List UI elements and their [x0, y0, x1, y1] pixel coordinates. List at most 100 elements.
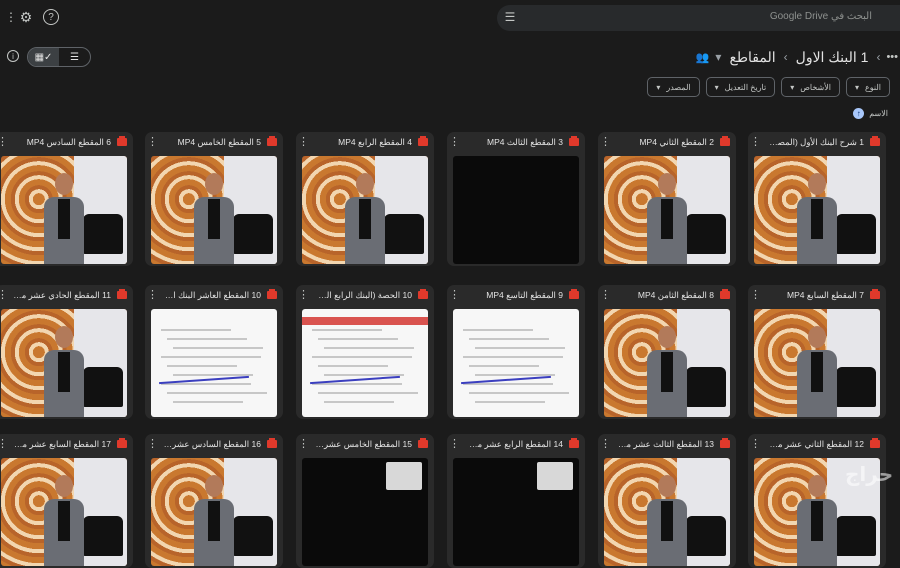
grid-view-icon[interactable]: ▦✓	[28, 48, 59, 66]
file-card[interactable]: 6 المقطع السادس MP4 ⋮	[0, 132, 133, 266]
file-thumbnail[interactable]	[604, 156, 730, 264]
thumbnail-head	[658, 475, 676, 498]
file-card-header: 17 المقطع السابع عشر من البنك... ⋮	[0, 434, 133, 456]
file-thumbnail[interactable]	[604, 458, 730, 566]
more-options-icon[interactable]: •••	[886, 51, 898, 63]
file-thumbnail[interactable]	[754, 156, 880, 264]
file-card[interactable]: 4 المقطع الرابع MP4 ⋮	[296, 132, 434, 266]
more-actions-icon[interactable]: ⋮	[147, 288, 158, 302]
file-card-header: 5 المقطع الخامس MP4 ⋮	[145, 132, 283, 154]
search-bar[interactable]: ☰ البحث في Google Drive	[497, 5, 900, 31]
file-card[interactable]: 17 المقطع السابع عشر من البنك... ⋮	[0, 434, 133, 568]
file-card[interactable]: 16 المقطع السادس عشر من البنك... ⋮	[145, 434, 283, 568]
file-title: 6 المقطع السادس MP4	[26, 137, 111, 147]
file-card[interactable]: 1 شرح البنك الأول (المصطلحات) ⋮	[748, 132, 886, 266]
file-thumbnail[interactable]	[151, 458, 277, 566]
more-actions-icon[interactable]: ⋮	[750, 437, 761, 451]
filter-source[interactable]: المصدر ▾	[647, 77, 700, 97]
view-toggle[interactable]: ▦✓ ☰	[27, 47, 91, 67]
search-options-icon[interactable]: ☰	[503, 10, 517, 24]
file-card[interactable]: 5 المقطع الخامس MP4 ⋮	[145, 132, 283, 266]
list-view-icon[interactable]: ☰	[59, 48, 90, 66]
file-thumbnail[interactable]	[1, 458, 127, 566]
filter-type[interactable]: النوع ▾	[846, 77, 890, 97]
video-file-icon	[117, 438, 127, 448]
thumbnail-text-line	[161, 356, 261, 358]
thumbnail-head	[808, 173, 826, 196]
video-file-icon	[267, 136, 277, 146]
info-icon[interactable]: i	[7, 50, 19, 62]
breadcrumb: ••• › 1 البنك الاول › المقاطع ▾ 👥	[696, 44, 900, 70]
thumbnail-text-line	[173, 401, 243, 403]
file-card[interactable]: 7 المقطع السابع MP4 ⋮	[748, 285, 886, 419]
thumbnail-chair	[686, 367, 726, 407]
help-icon[interactable]: ?	[43, 9, 59, 25]
filter-people[interactable]: الأشخاص ▾	[781, 77, 840, 97]
more-actions-icon[interactable]: ⋮	[298, 437, 309, 451]
file-thumbnail[interactable]	[151, 309, 277, 417]
more-actions-icon[interactable]: ⋮	[298, 135, 309, 149]
file-thumbnail[interactable]	[302, 156, 428, 264]
more-actions-icon[interactable]: ⋮	[750, 135, 761, 149]
sort-control[interactable]: الاسم ↑	[853, 108, 888, 119]
thumbnail-head	[55, 173, 73, 196]
more-actions-icon[interactable]: ⋮	[600, 135, 611, 149]
thumbnail-text-line	[312, 329, 382, 331]
file-card[interactable]: 13 المقطع الثالث عشر من البنك... ⋮	[598, 434, 736, 568]
thumbnail-head	[356, 173, 374, 196]
thumbnail-text-line	[318, 392, 418, 394]
file-thumbnail[interactable]	[151, 156, 277, 264]
more-actions-icon[interactable]: ⋮	[0, 288, 8, 302]
more-actions-icon[interactable]: ⋮	[750, 288, 761, 302]
more-actions-icon[interactable]: ⋮	[298, 288, 309, 302]
video-file-icon	[569, 136, 579, 146]
file-card-header: 4 المقطع الرابع MP4 ⋮	[296, 132, 434, 154]
file-card[interactable]: 2 المقطع الثاني MP4 ⋮	[598, 132, 736, 266]
file-card[interactable]: 10 الحصة (البنك الرابع الجزء... ⋮	[296, 285, 434, 419]
thumbnail-text-line	[463, 356, 563, 358]
file-thumbnail[interactable]	[302, 309, 428, 417]
file-thumbnail[interactable]	[453, 309, 579, 417]
file-thumbnail[interactable]	[302, 458, 428, 566]
breadcrumb-parent[interactable]: 1 البنك الاول	[794, 49, 871, 66]
more-actions-icon[interactable]: ⋮	[449, 135, 460, 149]
file-card[interactable]: 14 المقطع الرابع عشر من البنك... ⋮	[447, 434, 585, 568]
more-actions-icon[interactable]: ⋮	[147, 437, 158, 451]
more-actions-icon[interactable]: ⋮	[600, 288, 611, 302]
file-card[interactable]: 11 المقطع الحادي عشر من البنك... ⋮	[0, 285, 133, 419]
thumbnail-text-line	[475, 347, 565, 349]
file-thumbnail[interactable]	[754, 309, 880, 417]
file-thumbnail[interactable]	[604, 309, 730, 417]
file-card-header: 7 المقطع السابع MP4 ⋮	[748, 285, 886, 307]
settings-gear-icon[interactable]: ⚙	[18, 9, 34, 25]
sort-label: الاسم	[869, 109, 888, 118]
file-card[interactable]: 15 المقطع الخامس عشر من البنك... ⋮	[296, 434, 434, 568]
apps-grid-icon[interactable]: ⋮⋮	[0, 10, 17, 24]
more-actions-icon[interactable]: ⋮	[600, 437, 611, 451]
more-actions-icon[interactable]: ⋮	[0, 135, 8, 149]
filter-modified[interactable]: تاريخ التعديل ▾	[705, 77, 776, 97]
file-card[interactable]: 8 المقطع الثامن MP4 ⋮	[598, 285, 736, 419]
more-actions-icon[interactable]: ⋮	[449, 437, 460, 451]
file-card[interactable]: 10 المقطع العاشر البنك الأول... ⋮	[145, 285, 283, 419]
file-card-header: 12 المقطع الثاني عشر من البنك... ⋮	[748, 434, 886, 456]
chevron-down-icon: ▾	[855, 82, 860, 92]
more-actions-icon[interactable]: ⋮	[449, 288, 460, 302]
thumbnail-text-line	[312, 356, 412, 358]
thumbnail-shirt	[58, 199, 70, 240]
search-input[interactable]: البحث في Google Drive	[770, 11, 872, 22]
file-card-header: 10 المقطع العاشر البنك الأول... ⋮	[145, 285, 283, 307]
file-thumbnail[interactable]	[1, 309, 127, 417]
thumbnail-text-line	[318, 365, 388, 367]
file-card[interactable]: 12 المقطع الثاني عشر من البنك... ⋮	[748, 434, 886, 568]
file-card[interactable]: 3 المقطع الثالث MP4 ⋮	[447, 132, 585, 266]
sort-arrow-up-icon[interactable]: ↑	[853, 108, 865, 119]
more-actions-icon[interactable]: ⋮	[0, 437, 8, 451]
file-thumbnail[interactable]	[453, 458, 579, 566]
file-thumbnail[interactable]	[453, 156, 579, 264]
dropdown-arrow-icon[interactable]: ▾	[715, 50, 721, 64]
file-thumbnail[interactable]	[1, 156, 127, 264]
breadcrumb-current[interactable]: المقاطع	[727, 49, 777, 66]
file-card[interactable]: 9 المقطع التاسع MP4 ⋮	[447, 285, 585, 419]
more-actions-icon[interactable]: ⋮	[147, 135, 158, 149]
